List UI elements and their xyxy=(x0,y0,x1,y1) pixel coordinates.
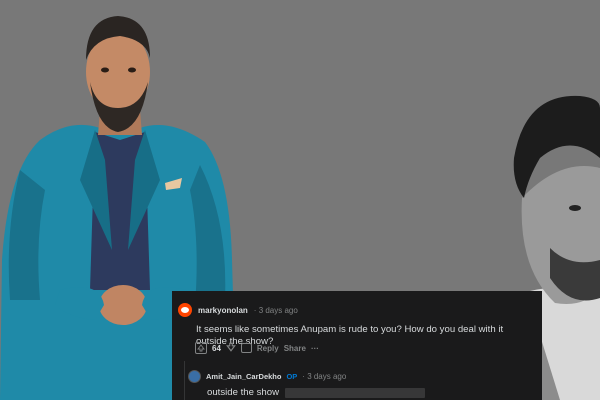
more-options-button[interactable]: ··· xyxy=(311,344,319,353)
share-button[interactable]: Share xyxy=(284,344,306,353)
reply-timestamp: · 3 days ago xyxy=(302,372,347,381)
reddit-comment-card: markyonolan · 3 days ago It seems like s… xyxy=(172,291,542,400)
reply-text: outside the show xyxy=(207,387,279,398)
thread-line[interactable] xyxy=(184,361,185,400)
reply-button[interactable]: Reply xyxy=(257,344,279,353)
upvote-icon[interactable] xyxy=(195,342,207,354)
reply-username[interactable]: Amit_Jain_CarDekho xyxy=(206,372,281,381)
vote-score: 64 xyxy=(212,343,221,353)
op-badge: OP xyxy=(286,372,298,381)
reply-header: Amit_Jain_CarDekho OP · 3 days ago xyxy=(188,370,346,383)
comment-timestamp: · 3 days ago xyxy=(253,305,298,315)
comment-username[interactable]: markyonolan xyxy=(198,306,248,315)
reply-avatar-icon[interactable] xyxy=(188,370,201,383)
comment-header: markyonolan · 3 days ago xyxy=(178,303,298,317)
downvote-icon[interactable] xyxy=(226,342,236,354)
user-avatar-icon[interactable] xyxy=(178,303,192,317)
chat-bubble-icon[interactable] xyxy=(240,343,252,353)
blurred-text xyxy=(285,387,425,398)
comment-actions: 64 Reply Share ··· xyxy=(195,342,319,354)
reply-body: outside the show xyxy=(207,387,425,398)
